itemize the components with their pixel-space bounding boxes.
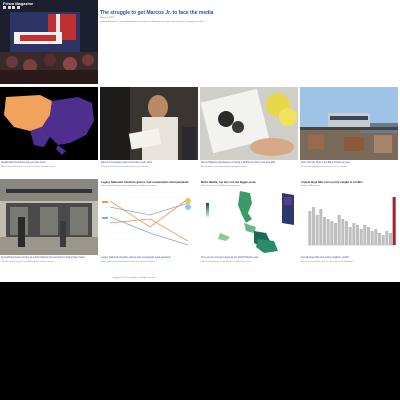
card-title[interactable]: Marcos's Cojuangco-Aquino feud was a sid… <box>101 162 152 164</box>
chart-title: Legacy Nationals franchise games rival c… <box>101 181 189 184</box>
card-title[interactable]: New York City Hires more Black Transit c… <box>301 162 350 164</box>
bar <box>333 223 338 245</box>
story-card[interactable]: Secondhand stores tell why as a Port Aut… <box>0 179 98 269</box>
newspaper-photo <box>200 87 298 160</box>
card-title[interactable]: Secondhand stores tell why as a Port Aut… <box>1 257 85 259</box>
bar <box>322 217 327 245</box>
page-body: Prism Magazine The struggle to get Marco… <box>0 0 400 282</box>
sidebar: Prism Magazine <box>0 0 98 84</box>
card-description: Travelers walk through the Port Authorit… <box>1 261 55 263</box>
featured-date: March 1, 2022 <box>100 17 114 19</box>
bar <box>344 221 349 245</box>
philippines-map <box>206 191 294 253</box>
bar <box>315 215 319 245</box>
bar <box>326 219 330 245</box>
card-title[interactable]: Legacy Nationals franchise games rival c… <box>101 257 171 259</box>
bar <box>370 231 374 245</box>
bar <box>359 229 363 245</box>
card-description: Chart comparing franchise values before … <box>101 261 156 263</box>
bar <box>381 235 385 245</box>
card-title[interactable]: Some Philippine Newspapers crossing a Me… <box>201 162 275 164</box>
chart-subtitle: Number of bills per year <box>301 185 321 187</box>
chart-title: Metro Manila, top tiers are the bigger a… <box>201 181 256 184</box>
story-card[interactable]: 'Deadlocked' Americans say you want to k… <box>0 87 98 174</box>
bar <box>341 219 345 245</box>
story-card[interactable]: Annual large bills most poorly caught in… <box>300 179 398 269</box>
site-footer: Copyright 2022 Prism Magazine. All right… <box>112 277 156 279</box>
bar <box>348 227 352 245</box>
bar <box>392 197 396 245</box>
bar <box>366 227 371 245</box>
story-card[interactable]: Some Philippine Newspapers crossing a Me… <box>200 87 298 174</box>
card-title[interactable]: Annual large bills most poorly caught in… <box>301 257 349 259</box>
reporter-photo <box>100 87 198 160</box>
instagram-icon[interactable] <box>12 6 15 9</box>
annual-bills-bar-chart <box>308 197 396 246</box>
twitter-icon[interactable] <box>3 6 6 9</box>
bar <box>337 215 341 245</box>
social-links <box>3 6 20 9</box>
card-description: Map of the Philippines shaded by Marcos … <box>201 261 252 263</box>
featured-description: Ferdinand Marcos Jr. has avoided debates… <box>100 21 204 23</box>
us-map-image <box>0 87 98 160</box>
card-title[interactable]: Here are the vote tiers areas for the 20… <box>201 257 259 259</box>
facebook-icon[interactable] <box>7 6 11 9</box>
bar <box>374 229 378 245</box>
bus-terminal-photo <box>0 179 98 255</box>
featured-title[interactable]: The struggle to get Marcos Jr. to face t… <box>100 10 213 16</box>
bar <box>385 231 389 245</box>
rss-icon[interactable] <box>16 6 20 9</box>
story-card[interactable]: Marcos's Cojuangco-Aquino feud was a sid… <box>100 87 198 174</box>
bar <box>388 233 393 245</box>
bar <box>352 223 356 245</box>
card-description: Map of the United States in two colors s… <box>1 166 56 168</box>
bar <box>363 225 367 245</box>
card-title[interactable]: 'Deadlocked' Americans say you want to k… <box>1 162 45 164</box>
chart-title: Annual large bills most poorly caught in… <box>301 181 363 184</box>
story-card[interactable]: New York City Hires more Black Transit c… <box>300 87 398 174</box>
story-card[interactable]: Metro Manila, top tiers are the bigger a… <box>200 179 298 269</box>
card-description: An elevated subway train passes over the… <box>301 166 348 168</box>
bar <box>319 209 323 245</box>
bar <box>308 211 312 245</box>
subway-photo <box>300 87 398 160</box>
card-description: Bar chart of annual bills, with the most… <box>301 261 354 263</box>
bar <box>377 233 382 245</box>
franchise-line-chart <box>102 196 192 246</box>
bar <box>330 221 334 245</box>
bar <box>311 207 316 245</box>
featured-photo[interactable] <box>0 0 98 84</box>
card-description: A hand holds a newspaper folded beside y… <box>201 166 248 168</box>
story-card[interactable]: Legacy Nationals franchise games rival c… <box>100 179 198 277</box>
card-description: A reporter reads documents while coverin… <box>101 166 150 168</box>
bar <box>355 225 360 245</box>
